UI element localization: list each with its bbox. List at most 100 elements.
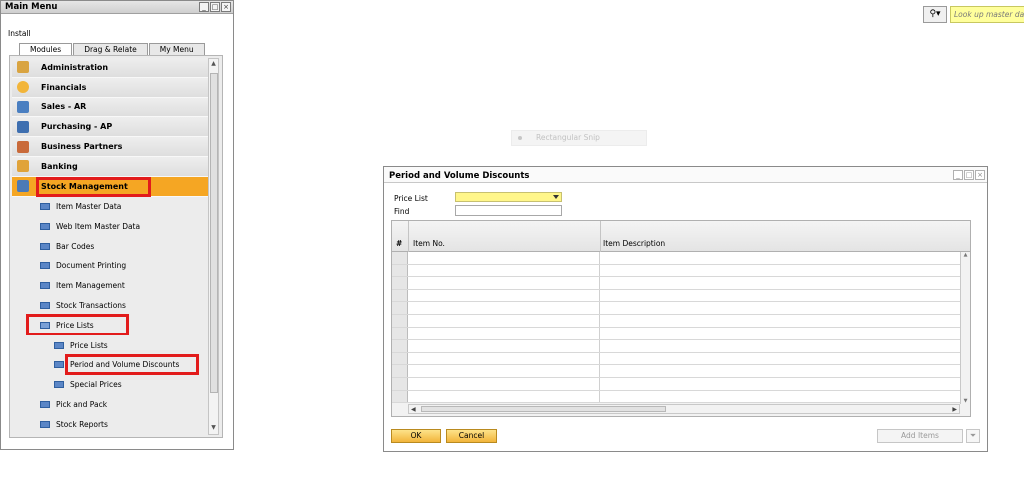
scroll-left-icon[interactable]: ◀ <box>411 406 416 413</box>
item-no-cell[interactable] <box>408 289 600 302</box>
grid-vertical-scrollbar[interactable]: ▲ ▼ <box>960 252 970 404</box>
module-stock-management[interactable]: Stock Management <box>12 176 208 197</box>
item-description-cell[interactable] <box>600 252 962 264</box>
table-row[interactable] <box>392 377 970 391</box>
item-no-cell[interactable] <box>408 352 600 365</box>
maximize-icon[interactable]: □ <box>210 2 220 12</box>
sub-document-printing[interactable]: Document Printing <box>12 255 208 276</box>
module-business-partners[interactable]: Business Partners <box>12 137 208 157</box>
column-header-item-description[interactable]: Item Description <box>603 239 665 248</box>
scroll-down-icon[interactable]: ▼ <box>961 398 970 404</box>
table-row[interactable] <box>392 352 970 366</box>
filter-icon[interactable]: ⏷ <box>966 429 980 443</box>
table-row[interactable] <box>392 327 970 341</box>
modules-scrollbar[interactable]: ▲ ▼ <box>208 58 219 435</box>
row-number-cell[interactable] <box>392 390 408 403</box>
item-description-cell[interactable] <box>600 264 962 277</box>
close-icon[interactable]: × <box>221 2 231 12</box>
item-description-cell[interactable] <box>600 340 962 352</box>
sub-pick-and-pack[interactable]: Pick and Pack <box>12 394 208 415</box>
ok-button[interactable]: OK <box>391 429 441 443</box>
dropdown-arrow-icon[interactable] <box>553 195 559 199</box>
item-description-cell[interactable] <box>600 327 962 340</box>
item-description-cell[interactable] <box>600 289 962 302</box>
table-row[interactable] <box>392 365 970 378</box>
item-description-cell[interactable] <box>600 352 962 365</box>
item-no-cell[interactable] <box>408 340 600 352</box>
scroll-up-icon[interactable]: ▲ <box>209 59 218 70</box>
cancel-button[interactable]: Cancel <box>446 429 497 443</box>
scroll-thumb[interactable] <box>210 73 218 393</box>
row-number-cell[interactable] <box>392 277 408 289</box>
item-no-cell[interactable] <box>408 365 600 377</box>
price-list-select[interactable] <box>455 192 562 202</box>
sub-stock-reports[interactable]: Stock Reports <box>12 414 208 435</box>
table-row[interactable] <box>392 289 970 303</box>
module-banking[interactable]: Banking <box>12 156 208 177</box>
sub-price-lists-folder[interactable]: Price Lists <box>12 314 208 337</box>
item-no-cell[interactable] <box>408 302 600 314</box>
item-description-cell[interactable] <box>600 365 962 377</box>
sub-web-item-master-data[interactable]: Web Item Master Data <box>12 216 208 237</box>
scroll-up-icon[interactable]: ▲ <box>961 252 970 258</box>
grid-horizontal-scrollbar[interactable]: ◀ ▶ <box>408 404 960 414</box>
lookup-search-button[interactable]: ⚲▾ <box>923 6 947 23</box>
main-menu-titlebar[interactable]: Main Menu _ □ × <box>1 1 233 14</box>
row-number-cell[interactable] <box>392 340 408 352</box>
module-administration[interactable]: Administration <box>12 58 208 78</box>
module-purchasing-ap[interactable]: Purchasing - AP <box>12 117 208 138</box>
row-number-cell[interactable] <box>392 352 408 365</box>
minimize-icon[interactable]: _ <box>199 2 209 12</box>
item-description-cell[interactable] <box>600 314 962 327</box>
row-number-cell[interactable] <box>392 264 408 277</box>
column-header-number[interactable]: # <box>396 239 402 248</box>
table-row[interactable] <box>392 340 970 353</box>
item-no-cell[interactable] <box>408 264 600 277</box>
row-number-cell[interactable] <box>392 377 408 390</box>
table-row[interactable] <box>392 252 970 265</box>
table-row[interactable] <box>392 390 970 404</box>
sub-special-prices[interactable]: Special Prices <box>12 374 208 395</box>
item-description-cell[interactable] <box>600 302 962 314</box>
find-input[interactable] <box>455 205 562 216</box>
scroll-down-icon[interactable]: ▼ <box>209 423 218 434</box>
sub-item-management[interactable]: Item Management <box>12 275 208 296</box>
column-header-item-no[interactable]: Item No. <box>413 239 445 248</box>
item-no-cell[interactable] <box>408 390 600 403</box>
row-number-cell[interactable] <box>392 302 408 314</box>
item-no-cell[interactable] <box>408 327 600 340</box>
sub-stock-transactions[interactable]: Stock Transactions <box>12 295 208 316</box>
item-no-cell[interactable] <box>408 314 600 327</box>
row-number-cell[interactable] <box>392 327 408 340</box>
lookup-master-data-input[interactable]: Look up master da <box>950 6 1024 23</box>
row-number-cell[interactable] <box>392 252 408 264</box>
sub-period-volume-discounts[interactable]: Period and Volume Discounts <box>12 353 208 375</box>
table-row[interactable] <box>392 314 970 328</box>
scroll-thumb[interactable] <box>421 406 666 412</box>
form-icon <box>40 222 50 230</box>
table-row[interactable] <box>392 277 970 290</box>
table-row[interactable] <box>392 264 970 278</box>
row-number-cell[interactable] <box>392 289 408 302</box>
item-no-cell[interactable] <box>408 277 600 289</box>
item-no-cell[interactable] <box>408 252 600 264</box>
add-items-button[interactable]: Add Items <box>877 429 963 443</box>
table-row[interactable] <box>392 302 970 315</box>
close-icon[interactable]: × <box>975 170 985 180</box>
item-description-cell[interactable] <box>600 377 962 390</box>
row-number-cell[interactable] <box>392 314 408 327</box>
item-no-cell[interactable] <box>408 377 600 390</box>
maximize-icon[interactable]: □ <box>964 170 974 180</box>
sub-item-master-data[interactable]: Item Master Data <box>12 196 208 217</box>
highlight-box <box>36 176 151 197</box>
minimize-icon[interactable]: _ <box>953 170 963 180</box>
pvd-titlebar[interactable]: Period and Volume Discounts _ □ × <box>384 167 987 183</box>
module-financials[interactable]: Financials <box>12 77 208 98</box>
item-description-cell[interactable] <box>600 277 962 289</box>
row-number-cell[interactable] <box>392 365 408 377</box>
scroll-right-icon[interactable]: ▶ <box>952 406 957 413</box>
sub-bar-codes[interactable]: Bar Codes <box>12 236 208 256</box>
module-sales-ar[interactable]: Sales - AR <box>12 97 208 118</box>
item-description-cell[interactable] <box>600 390 962 403</box>
sub-price-lists[interactable]: Price Lists <box>12 335 208 355</box>
